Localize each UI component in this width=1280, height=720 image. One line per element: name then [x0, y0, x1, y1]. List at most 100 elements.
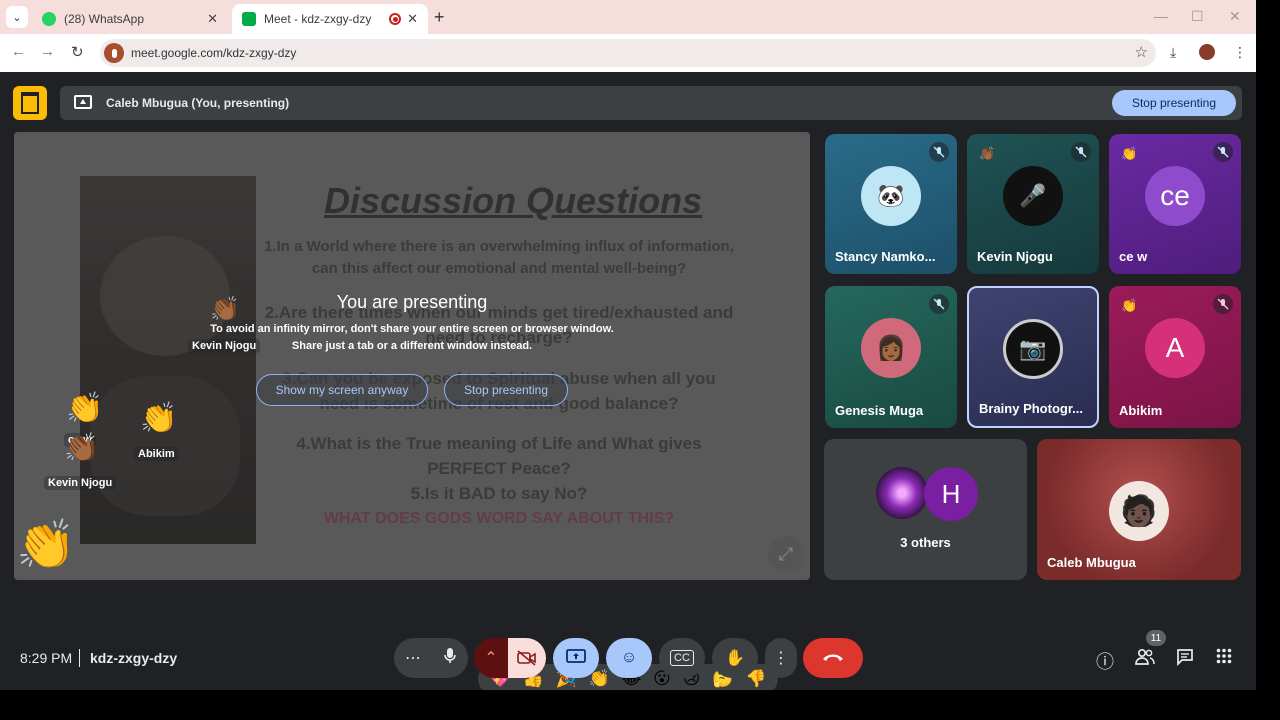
profile-avatar[interactable]	[1199, 44, 1215, 60]
meet-icon	[242, 12, 256, 26]
raise-hand-icon: ✋	[725, 650, 745, 667]
leave-call-button[interactable]	[803, 638, 863, 678]
mic-off-icon	[1213, 142, 1233, 162]
participant-tile[interactable]: 👏 A Abikim	[1109, 286, 1241, 428]
captions-button[interactable]: CC	[659, 638, 705, 678]
mic-off-icon	[929, 142, 949, 162]
participant-name: Kevin Njogu	[977, 249, 1053, 264]
clap-reaction-icon: 👏🏾	[64, 432, 99, 463]
clap-reaction-icon: 👏	[1121, 146, 1138, 161]
meet-stage: Caleb Mbugua (You, presenting) Stop pres…	[0, 72, 1256, 694]
avatar: 🐼	[861, 165, 921, 226]
avatar: ce	[1145, 165, 1205, 226]
tab-search-icon[interactable]: ⌄	[6, 6, 28, 28]
presenting-banner: Caleb Mbugua (You, presenting) Stop pres…	[60, 86, 1242, 120]
overlay-title: You are presenting	[336, 292, 488, 312]
window-close-icon[interactable]: ✕	[1229, 8, 1241, 25]
avatar: 📷	[1003, 318, 1063, 379]
address-bar[interactable]: meet.google.com/kdz-zxgy-dzy ☆	[100, 39, 1156, 67]
emoji-icon: ☺	[620, 649, 638, 666]
clap-reaction-icon: 👏	[16, 519, 76, 572]
self-tile[interactable]: 🧑🏿 Caleb Mbugua	[1037, 439, 1241, 580]
browser-tabstrip: ⌄ (28) WhatsApp ✕ Meet - kdz-zxgy-dzy ✕ …	[0, 0, 1256, 34]
participant-tile[interactable]: 👏🏾 🎤 Kevin Njogu	[967, 134, 1099, 274]
present-screen-icon	[74, 95, 92, 109]
recording-icon	[389, 13, 402, 25]
bookmark-star-icon[interactable]: ☆	[1135, 43, 1148, 61]
audio-options-icon[interactable]: ⋯	[405, 648, 421, 668]
present-button[interactable]	[553, 638, 599, 678]
mic-icon[interactable]	[443, 647, 457, 670]
mic-off-icon	[929, 294, 949, 314]
back-icon[interactable]: ←	[11, 43, 26, 60]
more-vert-icon: ⋮	[773, 650, 789, 667]
presenting-overlay	[14, 132, 810, 580]
clap-reaction-icon: 👏🏾	[979, 146, 996, 161]
meeting-info-icon[interactable]: ⓘ	[1096, 648, 1114, 674]
clap-reaction-icon: 👏	[1121, 298, 1138, 313]
overlay-line-1: To avoid an infinity mirror, don't share…	[210, 323, 614, 335]
avatar	[876, 467, 928, 519]
divider	[79, 649, 80, 667]
avatar: 👩🏾	[861, 318, 921, 379]
tab-meet[interactable]: Meet - kdz-zxgy-dzy ✕	[232, 4, 428, 34]
expand-icon[interactable]: ⤢	[768, 536, 804, 572]
maximize-icon[interactable]: ☐	[1191, 8, 1204, 25]
present-screen-icon	[566, 648, 586, 669]
clap-reaction-icon: 👏	[140, 402, 178, 435]
close-icon[interactable]: ✕	[207, 11, 218, 27]
reload-icon[interactable]: ↻	[71, 43, 84, 61]
more-options-button[interactable]: ⋮	[765, 638, 797, 678]
participant-tile[interactable]: 🐼 Stancy Namko...	[825, 134, 957, 274]
activities-icon[interactable]	[1216, 648, 1232, 669]
participant-count-badge: 11	[1146, 630, 1166, 646]
clap-reaction-icon: 👏	[66, 392, 104, 425]
camera-control: ⌃	[474, 638, 546, 678]
clap-reaction-icon: 👏🏾	[210, 296, 240, 323]
show-screen-anyway-button[interactable]: Show my screen anyway	[256, 374, 428, 406]
shared-screen: Discussion Questions 1.In a World where …	[14, 132, 810, 580]
url-text: meet.google.com/kdz-zxgy-dzy	[131, 46, 297, 60]
tab-whatsapp[interactable]: (28) WhatsApp ✕	[32, 4, 228, 34]
participant-tile-speaking[interactable]: 📷 Brainy Photogr...	[967, 286, 1099, 428]
participant-name: Genesis Muga	[835, 403, 924, 418]
menu-dots-icon[interactable]: ⋮	[1233, 44, 1247, 61]
avatar: 🎤	[1003, 165, 1063, 226]
download-icon[interactable]: ⤓	[1170, 44, 1176, 61]
participant-name: Caleb Mbugua	[1047, 555, 1136, 570]
participant-name: Abikim	[1119, 403, 1163, 418]
people-icon[interactable]	[1135, 648, 1155, 671]
mic-in-use-icon[interactable]	[104, 43, 124, 63]
raise-hand-button[interactable]: ✋	[712, 638, 758, 678]
avatar: A	[1145, 318, 1205, 379]
screen-border	[1256, 0, 1280, 720]
new-tab-button[interactable]: +	[434, 7, 445, 28]
avatar: H	[924, 467, 978, 521]
clock: 8:29 PM	[20, 650, 73, 666]
video-options-icon[interactable]: ⌃	[474, 648, 508, 668]
participant-tile[interactable]: 👏 ce ce w	[1109, 134, 1241, 274]
minimize-icon[interactable]: —	[1154, 8, 1168, 24]
participant-name: Stancy Namko...	[835, 249, 936, 264]
tab-title: (28) WhatsApp	[64, 12, 145, 26]
mic-control: ⋯	[394, 638, 468, 678]
close-icon[interactable]: ✕	[407, 11, 418, 27]
meeting-code: kdz-zxgy-dzy	[90, 650, 178, 666]
whatsapp-icon	[42, 12, 56, 26]
screen-border	[0, 690, 1280, 720]
stop-presenting-button[interactable]: Stop presenting	[1111, 90, 1236, 116]
companion-mode-icon[interactable]	[13, 86, 47, 120]
participant-tile[interactable]: 👩🏾 Genesis Muga	[825, 286, 957, 428]
mic-off-icon	[1213, 294, 1233, 314]
stop-presenting-overlay-button[interactable]: Stop presenting	[444, 374, 568, 406]
forward-icon[interactable]: →	[40, 43, 55, 60]
chat-icon[interactable]	[1176, 648, 1194, 671]
captions-icon: CC	[670, 650, 694, 666]
hang-up-icon	[822, 649, 844, 667]
overlay-line-2: Share just a tab or a different window i…	[291, 340, 533, 352]
reaction-name: Kevin Njogu	[188, 339, 261, 353]
reactions-button[interactable]: ☺	[606, 638, 652, 678]
others-tile[interactable]: H 3 others	[824, 439, 1027, 580]
reaction-name: Kevin Njogu	[44, 476, 117, 490]
presenting-text: Caleb Mbugua (You, presenting)	[106, 96, 290, 110]
